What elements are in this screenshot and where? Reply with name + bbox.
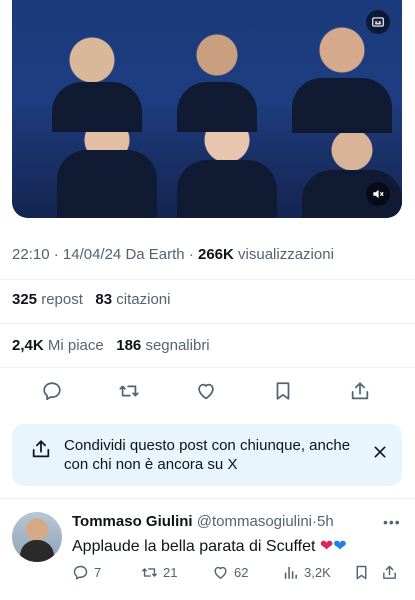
reply-header: Tommaso Giulini @tommasogiulini·5h — [72, 513, 334, 530]
bookmark-icon — [356, 565, 367, 579]
quotes-link[interactable]: 83 citazioni — [95, 291, 170, 308]
avatar[interactable] — [12, 512, 62, 562]
views-label: visualizzazioni — [238, 246, 334, 263]
divider — [0, 279, 415, 280]
post-date[interactable]: 14/04/24 — [63, 246, 121, 263]
captions-icon[interactable] — [366, 10, 390, 34]
views-icon — [284, 566, 297, 579]
bookmarks-count: 186 — [116, 337, 142, 354]
video-person — [52, 82, 142, 132]
quotes-label: citazioni — [116, 291, 171, 308]
reply-share-button[interactable] — [381, 562, 398, 582]
mute-icon[interactable] — [366, 182, 390, 206]
video-player[interactable] — [12, 0, 402, 218]
like-stats: 2,4K Mi piace 186 segnalibri — [12, 337, 210, 354]
more-icon[interactable]: ••• — [383, 514, 401, 530]
reply-reposts-count: 21 — [163, 564, 178, 580]
reply-replies-count: 7 — [94, 564, 102, 580]
post-source: Da Earth — [125, 246, 185, 263]
video-person — [57, 150, 157, 218]
bookmarks-label: segnalibri — [145, 337, 210, 354]
close-icon[interactable] — [372, 444, 388, 465]
reply-views-count: 3,2K — [304, 564, 331, 580]
reposts-link[interactable]: 325 repost — [12, 291, 83, 308]
repost-icon — [119, 385, 139, 397]
share-icon — [383, 565, 396, 579]
like-button[interactable] — [191, 376, 221, 406]
reply-likes-count: 62 — [234, 564, 249, 580]
like-icon — [198, 383, 214, 400]
blue-heart-icon: ❤ — [333, 538, 347, 555]
video-person — [177, 82, 257, 132]
quotes-count: 83 — [95, 291, 113, 308]
reply-reply-button[interactable]: 7 — [72, 562, 101, 582]
reply-icon — [73, 565, 88, 580]
reposts-count: 325 — [12, 291, 38, 308]
reply-age[interactable]: 5h — [317, 513, 334, 530]
like-icon — [214, 566, 227, 579]
video-person — [292, 78, 392, 133]
likes-label: Mi piace — [47, 337, 104, 354]
divider — [0, 367, 415, 368]
share-icon — [351, 382, 369, 400]
post-time: 22:10 — [12, 246, 50, 263]
share-icon — [30, 438, 52, 465]
reply-icon — [43, 382, 61, 401]
reply-button[interactable] — [37, 376, 67, 406]
reply-repost-button[interactable]: 21 — [141, 562, 177, 582]
bookmark-button[interactable] — [268, 376, 298, 406]
likes-link[interactable]: 2,4K Mi piace — [12, 337, 104, 354]
post-meta: 22:10 · 14/04/24 Da Earth · 266K visuali… — [12, 246, 334, 263]
reply-author-name[interactable]: Tommaso Giulini — [72, 513, 193, 530]
reply-text-line: Applaude la bella parata di Scuffet ❤❤ — [72, 536, 347, 556]
repost-stats: 325 repost 83 citazioni — [12, 291, 170, 308]
repost-button[interactable] — [114, 376, 144, 406]
post-action-bar — [0, 376, 415, 406]
share-button[interactable] — [345, 376, 375, 406]
red-heart-icon: ❤ — [319, 538, 334, 555]
views-count: 266K — [198, 246, 234, 263]
likes-count: 2,4K — [12, 337, 44, 354]
video-person — [177, 160, 277, 218]
bookmark-icon — [276, 382, 290, 400]
divider — [0, 498, 415, 499]
reply-action-bar: 7 21 62 3,2K — [72, 562, 407, 582]
reply-bookmark-button[interactable] — [353, 562, 370, 582]
reply-post[interactable]: Tommaso Giulini @tommasogiulini·5h ••• A… — [0, 500, 415, 600]
share-prompt-text: Condividi questo post con chiunque, anch… — [64, 437, 351, 473]
share-prompt[interactable]: Condividi questo post con chiunque, anch… — [12, 424, 402, 486]
reply-author-handle[interactable]: @tommasogiulini — [197, 513, 312, 530]
divider — [0, 323, 415, 324]
reply-like-button[interactable]: 62 — [212, 562, 248, 582]
reply-views-button[interactable]: 3,2K — [282, 562, 331, 582]
repost-icon — [142, 567, 157, 577]
reposts-label: repost — [41, 291, 83, 308]
reply-text: Applaude la bella parata di Scuffet — [72, 538, 316, 555]
bookmarks-link[interactable]: 186 segnalibri — [116, 337, 209, 354]
